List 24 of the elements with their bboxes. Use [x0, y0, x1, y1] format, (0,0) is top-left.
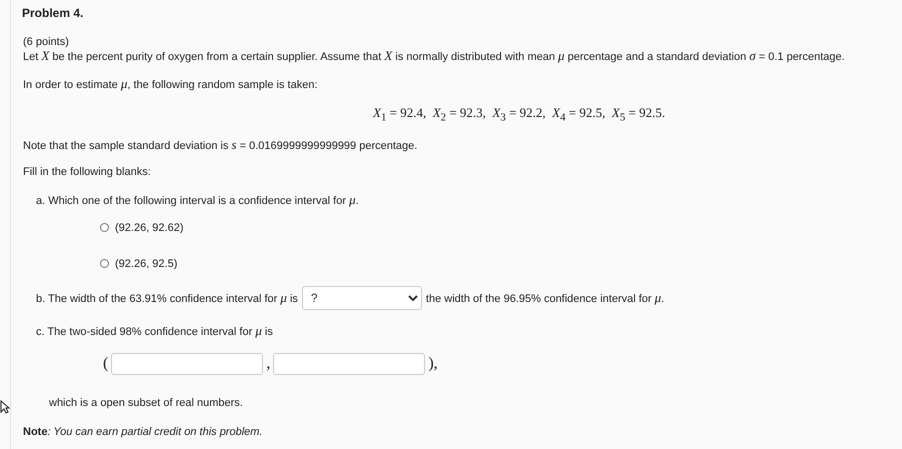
- close-parenthesis: ),: [428, 354, 438, 373]
- question-text: a. Which one of the following interval is a confidence interval for μ.: [36, 192, 360, 208]
- instruction-text: In order to estimate μ, the following random sample is taken:: [23, 77, 319, 92]
- question-text: b. The width of the 63.91% confidence interval for μ is: [36, 290, 298, 306]
- question-text: c. The two-sided 98% confidence interval for μ is: [36, 324, 274, 339]
- note-text: Note that the sample standard deviation is s = 0.0169999999999999 percentage.: [23, 138, 418, 153]
- question-text: the width of the 96.95% confidence interval for μ.: [426, 290, 664, 306]
- sample-equation: X$_{1}$ = 92.4, X$_{2}$ = 92.3, X$_{3}$ = 92.2, X$_{4}$ = 92.5, X$_{5}$ = 92.5.: [373, 105, 666, 124]
- radio-button[interactable]: [100, 259, 109, 268]
- problem-statement: Let X be the percent purity of oxygen from a certain supplier. Assume that X is normally distributed with mean μ percentage and a standard deviation σ = 0.1 percentage.: [23, 49, 846, 64]
- option-label[interactable]: (92.26, 92.62): [115, 222, 184, 234]
- instruction-text: Fill in the following blanks:: [23, 166, 152, 179]
- problem-title: Problem 4.: [22, 6, 84, 20]
- option-label[interactable]: (92.26, 92.5): [115, 258, 178, 270]
- remark-text: which is a open subset of real numbers.: [49, 396, 244, 410]
- mouse-cursor-icon: [0, 400, 10, 414]
- comparison-dropdown[interactable]: ?: [302, 286, 422, 310]
- open-parenthesis: (: [103, 354, 108, 373]
- answer-field[interactable]: [273, 352, 426, 375]
- answer-field[interactable]: [111, 352, 264, 375]
- comma-separator: ,: [266, 354, 270, 373]
- radio-button[interactable]: [100, 223, 109, 232]
- note-text: Note: You can earn partial credit on this problem.: [23, 426, 264, 439]
- points-text: (6 points): [23, 36, 70, 49]
